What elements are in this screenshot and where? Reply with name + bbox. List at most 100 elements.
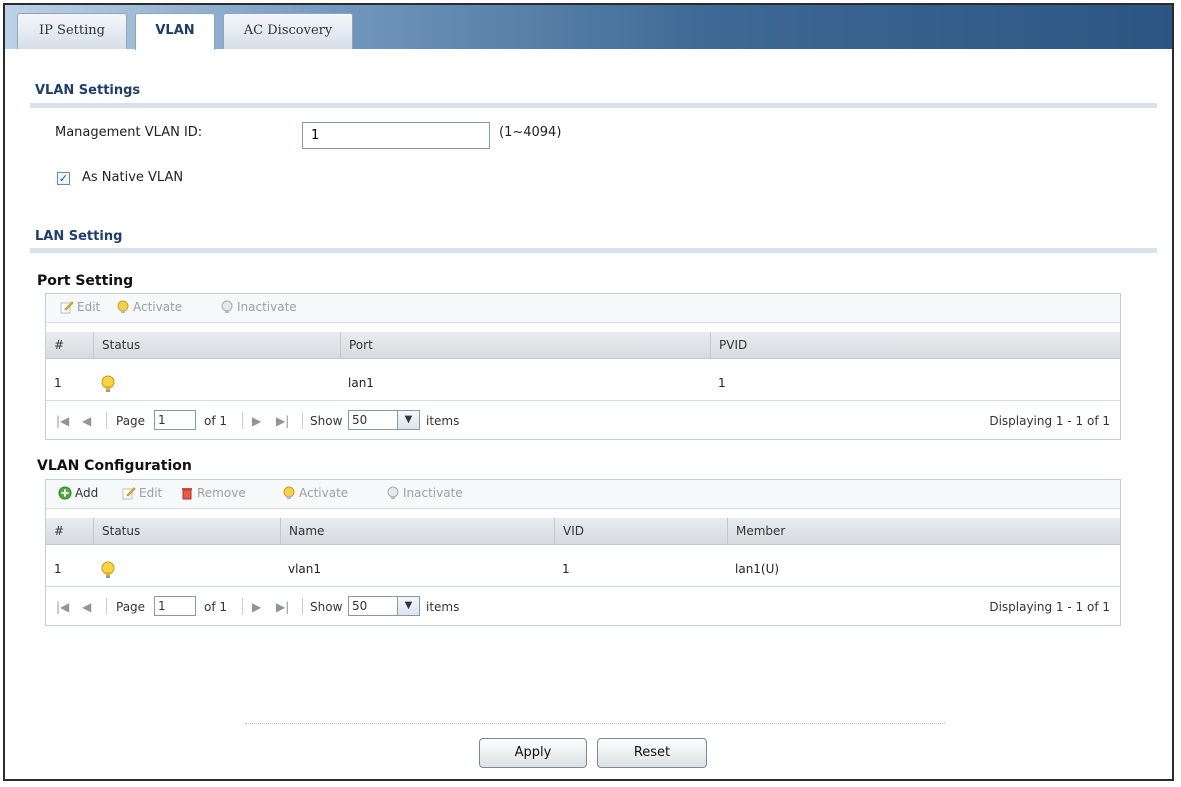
apply-button[interactable]: Apply <box>479 738 587 768</box>
chevron-down-icon[interactable]: ▼ <box>398 410 420 430</box>
first-page-icon[interactable]: |◀ <box>56 600 69 614</box>
page-total-label: of 1 <box>204 414 228 428</box>
column-header-index[interactable]: # <box>46 518 93 544</box>
prev-page-icon[interactable]: ◀ <box>82 414 91 428</box>
row-vid: 1 <box>562 562 570 576</box>
pager-separator <box>242 412 243 429</box>
column-header-port[interactable]: Port <box>340 332 710 358</box>
next-page-icon[interactable]: ▶ <box>252 414 261 428</box>
column-header-index[interactable]: # <box>46 332 93 358</box>
inactivate-label: Inactivate <box>403 486 463 500</box>
remove-button[interactable]: Remove <box>180 486 246 500</box>
items-label: items <box>426 600 460 614</box>
table-row[interactable]: 1 lan1 1 <box>46 366 1120 401</box>
add-label: Add <box>75 486 99 500</box>
page-size-select[interactable]: 50 <box>348 410 398 430</box>
vlan-configuration-grid: Add Edit Remove Activate Inactivate # St… <box>45 479 1121 626</box>
row-status <box>93 366 340 400</box>
add-button[interactable]: Add <box>58 486 98 500</box>
active-bulb-icon <box>101 561 115 578</box>
pager-separator <box>106 598 107 615</box>
bulb-on-icon <box>117 300 129 313</box>
port-setting-toolbar: Edit Activate Inactivate <box>46 294 1120 323</box>
vlan-configuration-header: # Status Name VID Member <box>46 518 1120 545</box>
last-page-icon[interactable]: ▶| <box>276 600 289 614</box>
reset-button[interactable]: Reset <box>597 738 707 768</box>
pager-separator <box>242 598 243 615</box>
vlan-configuration-toolbar: Add Edit Remove Activate Inactivate <box>46 480 1120 509</box>
last-page-icon[interactable]: ▶| <box>276 414 289 428</box>
pager-separator <box>106 412 107 429</box>
vlan-configuration-title: VLAN Configuration <box>37 458 192 474</box>
edit-icon <box>122 487 136 500</box>
add-icon <box>58 486 72 500</box>
management-vlan-id-input[interactable] <box>302 122 490 149</box>
tab-vlan[interactable]: VLAN <box>135 13 215 50</box>
inactivate-label: Inactivate <box>237 300 297 314</box>
page-total-label: of 1 <box>204 600 228 614</box>
prev-page-icon[interactable]: ◀ <box>82 600 91 614</box>
bulb-off-icon <box>387 486 399 499</box>
management-vlan-id-label: Management VLAN ID: <box>55 125 203 140</box>
page-label: Page <box>116 414 146 428</box>
chevron-down-icon[interactable]: ▼ <box>398 596 420 616</box>
tab-ac-discovery[interactable]: AC Discovery <box>223 13 353 49</box>
first-page-icon[interactable]: |◀ <box>56 414 69 428</box>
row-index: 1 <box>54 562 62 576</box>
edit-button[interactable]: Edit <box>122 486 162 500</box>
show-label: Show <box>310 600 343 614</box>
activate-button[interactable]: Activate <box>116 300 182 314</box>
port-setting-title: Port Setting <box>37 273 134 289</box>
bulb-on-icon <box>283 486 295 499</box>
page-number-input[interactable]: 1 <box>154 596 196 616</box>
next-page-icon[interactable]: ▶ <box>252 600 261 614</box>
lan-setting-title: LAN Setting <box>35 229 123 244</box>
native-vlan-checkbox[interactable]: ✓ <box>57 172 70 185</box>
edit-label: Edit <box>77 300 101 314</box>
footer-divider <box>245 723 945 724</box>
edit-button[interactable]: Edit <box>60 300 100 314</box>
activate-label: Activate <box>299 486 349 500</box>
bulb-off-icon <box>221 300 233 313</box>
column-header-status[interactable]: Status <box>93 332 340 358</box>
section-divider <box>30 248 1157 253</box>
column-header-member[interactable]: Member <box>727 518 1120 544</box>
table-row[interactable]: 1 vlan1 1 lan1(U) <box>46 552 1120 587</box>
trash-icon <box>182 488 192 500</box>
native-vlan-label: As Native VLAN <box>82 170 184 185</box>
edit-label: Edit <box>139 486 163 500</box>
pager-separator <box>302 598 303 615</box>
activate-label: Activate <box>133 300 183 314</box>
row-status <box>93 552 280 586</box>
displaying-count: Displaying 1 - 1 of 1 <box>989 600 1110 614</box>
pager-separator <box>302 412 303 429</box>
tab-bar: IP Setting VLAN AC Discovery <box>5 5 1172 50</box>
inactivate-button[interactable]: Inactivate <box>220 300 297 314</box>
vlan-settings-title: VLAN Settings <box>35 83 141 98</box>
column-header-status[interactable]: Status <box>93 518 280 544</box>
port-setting-header: # Status Port PVID <box>46 332 1120 359</box>
active-bulb-icon <box>101 375 115 392</box>
displaying-count: Displaying 1 - 1 of 1 <box>989 414 1110 428</box>
row-index: 1 <box>54 376 62 390</box>
page-number-input[interactable]: 1 <box>154 410 196 430</box>
row-pvid: 1 <box>718 376 726 390</box>
items-label: items <box>426 414 460 428</box>
port-setting-grid: Edit Activate Inactivate # Status Port P… <box>45 293 1121 440</box>
show-label: Show <box>310 414 343 428</box>
column-header-vid[interactable]: VID <box>554 518 727 544</box>
port-setting-pager: |◀ ◀ Page 1 of 1 ▶ ▶| Show 50 ▼ items Di… <box>46 404 1120 438</box>
column-header-pvid[interactable]: PVID <box>710 332 1120 358</box>
page-label: Page <box>116 600 146 614</box>
inactivate-button[interactable]: Inactivate <box>386 486 463 500</box>
vlan-configuration-pager: |◀ ◀ Page 1 of 1 ▶ ▶| Show 50 ▼ items Di… <box>46 590 1120 624</box>
tab-ip-setting[interactable]: IP Setting <box>17 13 127 49</box>
row-member: lan1(U) <box>735 562 780 576</box>
activate-button[interactable]: Activate <box>282 486 348 500</box>
section-divider <box>30 103 1157 108</box>
column-header-name[interactable]: Name <box>280 518 554 544</box>
row-port: lan1 <box>348 376 374 390</box>
vlan-id-range-hint: (1~4094) <box>499 125 562 140</box>
vlan-config-window: IP Setting VLAN AC Discovery VLAN Settin… <box>3 3 1174 781</box>
page-size-select[interactable]: 50 <box>348 596 398 616</box>
